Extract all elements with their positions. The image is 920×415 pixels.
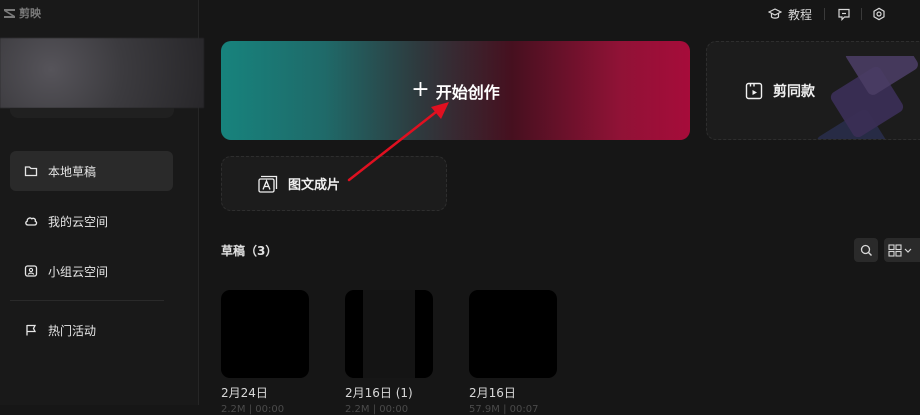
draft-item[interactable]: 2月16日 (1) 2.2M | 00:00 [345, 290, 433, 415]
sidebar-item-local-drafts[interactable]: 本地草稿 [10, 151, 173, 191]
draft-thumbnail [469, 290, 557, 378]
folder-icon [24, 166, 38, 177]
view-toggle-button[interactable] [884, 238, 920, 262]
draft-title: 2月16日 (1) [345, 386, 413, 400]
tutorial-label: 教程 [787, 7, 812, 22]
flag-icon [26, 324, 37, 336]
search-icon [860, 244, 872, 256]
sidebar-item-label: 本地草稿 [48, 164, 97, 179]
draft-title: 2月24日 [221, 386, 268, 400]
sidebar-item-label: 小组云空间 [48, 264, 109, 279]
draft-meta: 2.2M | 00:00 [345, 404, 409, 415]
cloud-icon [25, 217, 38, 226]
capcut-logo-icon [4, 8, 15, 18]
topbar-divider [824, 8, 825, 20]
draft-thumbnail [345, 290, 433, 378]
sidebar-item-my-cloud[interactable]: 我的云空间 [10, 201, 173, 241]
app-name: 剪映 [19, 7, 41, 20]
drafts-title: 草稿（3） [221, 244, 278, 258]
grid-view-icon [888, 243, 912, 257]
profile-card-footer [10, 108, 174, 118]
draft-title: 2月16日 [469, 386, 516, 400]
app-logo: 剪映 [4, 5, 41, 21]
template-icon [745, 82, 763, 99]
tutorial-button[interactable]: 教程 [767, 6, 812, 23]
text-to-video-icon [258, 175, 278, 193]
feedback-icon [838, 8, 850, 21]
group-cloud-icon [24, 265, 38, 277]
text-to-video-label: 图文成片 [288, 178, 341, 193]
sidebar-item-label: 热门活动 [48, 323, 97, 338]
sidebar-divider [10, 300, 164, 301]
draft-item[interactable]: 2月16日 57.9M | 00:07 [469, 290, 557, 415]
template-decoration [817, 56, 918, 139]
start-creation-button[interactable]: + 开始创作 [221, 41, 690, 140]
search-button[interactable] [854, 238, 878, 262]
settings-icon [873, 7, 885, 21]
draft-meta: 2.2M | 00:00 [221, 404, 285, 415]
settings-button[interactable] [872, 7, 886, 21]
sidebar-item-label: 我的云空间 [48, 214, 109, 229]
template-card[interactable]: 剪同款 [706, 41, 920, 140]
text-to-video-card[interactable]: 图文成片 [221, 156, 447, 211]
sidebar-item-group-cloud[interactable]: 小组云空间 [10, 251, 173, 291]
feedback-button[interactable] [837, 7, 851, 21]
thumbnail-frame [363, 290, 415, 378]
draft-item[interactable]: 2月24日 2.2M | 00:00 [221, 290, 309, 415]
plus-icon: + [411, 76, 430, 102]
top-bar: 教程 [767, 0, 920, 28]
draft-meta: 57.9M | 00:07 [469, 404, 539, 415]
sidebar: 剪映 本地草稿 我的云空间 小组云空间 热门活动 [0, 0, 204, 405]
start-creation-label: 开始创作 [435, 82, 500, 102]
graduation-cap-icon [767, 8, 782, 19]
draft-thumbnail [221, 290, 309, 378]
sidebar-item-hot-events[interactable]: 热门活动 [10, 310, 173, 350]
topbar-divider [861, 8, 862, 20]
profile-card[interactable] [0, 38, 204, 108]
